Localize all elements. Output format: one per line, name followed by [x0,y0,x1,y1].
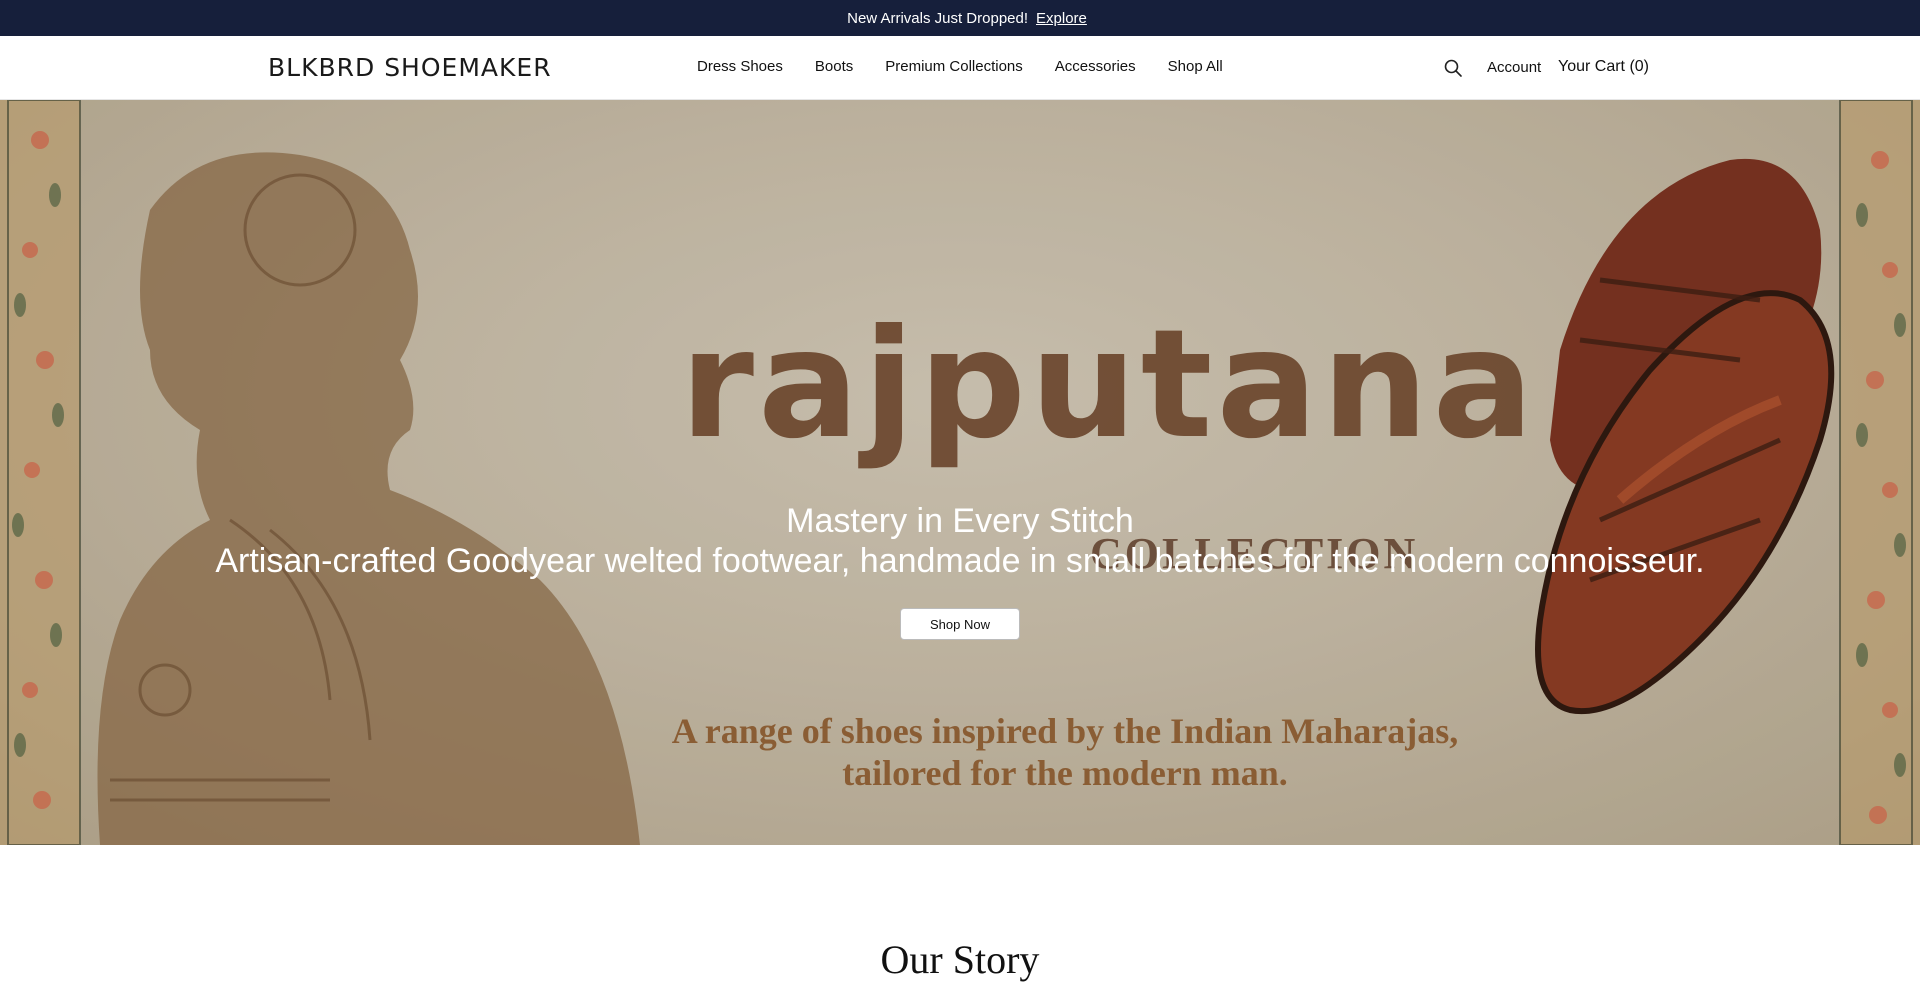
collection-wordmark: rajputana [680,298,1538,472]
site-header: BLKBRD SHOEMAKER Dress Shoes Boots Premi… [0,36,1920,100]
hero-heading: Mastery in Every Stitch [786,502,1134,540]
nav-dress-shoes[interactable]: Dress Shoes [697,58,783,75]
collection-tagline: A range of shoes inspired by the Indian … [0,710,1920,794]
close-icon[interactable] [1898,9,1906,25]
site-logo[interactable]: BLKBRD SHOEMAKER [268,53,552,82]
nav-shop-all[interactable]: Shop All [1168,58,1223,75]
account-link[interactable]: Account [1487,59,1541,76]
shop-now-button[interactable]: Shop Now [900,608,1020,640]
collection-tagline-line2: tailored for the modern man. [842,753,1288,793]
nav-boots[interactable]: Boots [815,58,853,75]
our-story-heading: Our Story [880,937,1040,982]
collection-tagline-line1: A range of shoes inspired by the Indian … [671,711,1459,751]
hero-subheading: Artisan-crafted Goodyear welted footwear… [215,542,1705,580]
nav-premium-collections[interactable]: Premium Collections [885,58,1023,75]
search-icon[interactable] [1443,58,1463,78]
hero-banner: rajputana COLLECTION A range of shoes in… [0,100,1920,845]
cart-link[interactable]: Your Cart (0) [1558,58,1649,76]
main-nav: Dress Shoes Boots Premium Collections Ac… [697,58,1223,75]
announcement-text: New Arrivals Just Dropped! [847,9,1029,27]
nav-accessories[interactable]: Accessories [1055,58,1136,75]
announcement-bar: New Arrivals Just Dropped! Explore [0,0,1920,36]
announcement-explore-link[interactable]: Explore [1036,10,1087,27]
